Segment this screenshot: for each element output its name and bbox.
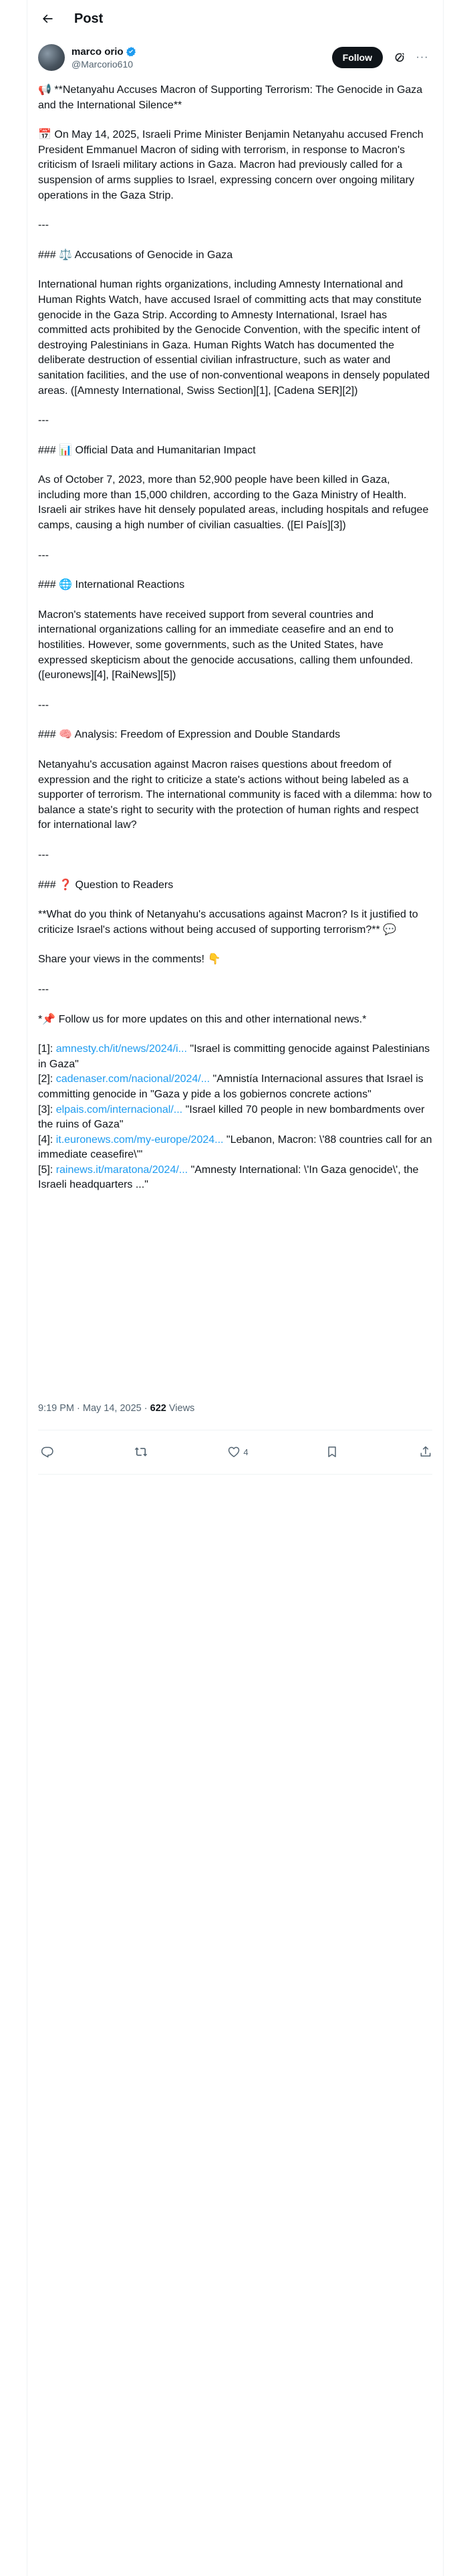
- reference-line: [4]: it.euronews.com/my-europe/2024... "…: [38, 1133, 434, 1163]
- post-paragraph: **What do you think of Netanyahu's accus…: [38, 909, 422, 936]
- post-paragraph: International human rights organizations…: [38, 279, 433, 397]
- post-paragraph: 📢 **Netanyahu Accuses Macron of Supporti…: [38, 84, 426, 111]
- reference-link[interactable]: cadenaser.com/nacional/2024/...: [56, 1073, 210, 1085]
- share-icon: [419, 1445, 432, 1459]
- reference-number: [4]:: [38, 1134, 56, 1146]
- post-paragraph: ### 🧠 Analysis: Freedom of Expression an…: [38, 729, 341, 741]
- author-name[interactable]: marco orio: [71, 45, 124, 58]
- action-bar: 4: [38, 1441, 432, 1463]
- like-button[interactable]: 4: [224, 1445, 249, 1459]
- post-paragraph: ### ⚖️ Accusations of Genocide in Gaza: [38, 249, 233, 261]
- post-paragraph: ---: [38, 699, 49, 711]
- more-icon[interactable]: ···: [412, 47, 432, 68]
- post-paragraph: ### ❓ Question to Readers: [38, 879, 174, 891]
- reference-number: [1]:: [38, 1043, 56, 1055]
- reference-number: [3]:: [38, 1103, 56, 1115]
- reply-button[interactable]: [38, 1445, 57, 1459]
- post-text: 📢 **Netanyahu Accuses Macron of Supporti…: [38, 83, 434, 1193]
- views-count: 622: [150, 1403, 166, 1414]
- reference-link[interactable]: rainews.it/maratona/2024/...: [56, 1164, 188, 1176]
- post-paragraph: ### 📊 Official Data and Humanitarian Imp…: [38, 444, 256, 456]
- follow-button[interactable]: Follow: [331, 47, 383, 68]
- post-paragraph: Share your views in the comments! 👇: [38, 954, 221, 966]
- repost-button[interactable]: [132, 1445, 150, 1459]
- repost-icon: [134, 1445, 148, 1459]
- page: Post marco orio @Marcorio610 Follow ··· …: [0, 0, 451, 2576]
- bookmark-button[interactable]: [323, 1445, 341, 1459]
- post-meta: 9:19 PM · May 14, 2025 · 622 Views: [38, 1403, 194, 1414]
- post-paragraph: ---: [38, 415, 49, 427]
- reference-line: [3]: elpais.com/internacional/... "Israe…: [38, 1103, 434, 1133]
- page-title: Post: [74, 11, 104, 26]
- post-paragraph: Netanyahu's accusation against Macron ra…: [38, 759, 435, 831]
- heart-icon: [227, 1445, 241, 1459]
- top-bar: Post: [27, 0, 443, 37]
- share-button[interactable]: [416, 1445, 432, 1459]
- author-names: marco orio @Marcorio610: [71, 45, 136, 70]
- arrow-left-icon[interactable]: [35, 7, 59, 31]
- reference-link[interactable]: elpais.com/internacional/...: [56, 1104, 182, 1115]
- post-paragraph: ### 🌐 International Reactions: [38, 579, 185, 591]
- post-timestamp[interactable]: 9:19 PM · May 14, 2025 ·: [38, 1403, 150, 1414]
- reference-link[interactable]: amnesty.ch/it/news/2024/i...: [56, 1043, 187, 1055]
- reference-number: [2]:: [38, 1073, 56, 1085]
- author-handle[interactable]: @Marcorio610: [71, 58, 136, 70]
- reply-icon: [41, 1445, 54, 1459]
- verified-badge-icon: [126, 46, 136, 57]
- post-paragraph: Macron's statements have received suppor…: [38, 609, 416, 681]
- post-column: Post marco orio @Marcorio610 Follow ··· …: [27, 0, 444, 2576]
- post-paragraph: ---: [38, 549, 49, 561]
- reference-line: [2]: cadenaser.com/nacional/2024/... "Am…: [38, 1072, 434, 1102]
- divider: [38, 1474, 432, 1475]
- author-row: marco orio @Marcorio610 Follow ···: [38, 43, 432, 72]
- reference-line: [5]: rainews.it/maratona/2024/... "Amnes…: [38, 1163, 434, 1193]
- avatar[interactable]: [38, 44, 65, 71]
- post-paragraph: *📌 Follow us for more updates on this an…: [38, 1013, 367, 1025]
- post-paragraph: ---: [38, 849, 49, 861]
- reference-number: [5]:: [38, 1164, 56, 1176]
- reference-link[interactable]: it.euronews.com/my-europe/2024...: [56, 1134, 224, 1146]
- reference-line: [1]: amnesty.ch/it/news/2024/i... "Israe…: [38, 1042, 434, 1072]
- like-count: 4: [243, 1446, 249, 1457]
- views-label: Views: [166, 1403, 195, 1414]
- post-paragraph: As of October 7, 2023, more than 52,900 …: [38, 474, 432, 532]
- bookmark-icon: [325, 1445, 339, 1459]
- post-paragraph: ---: [38, 983, 49, 995]
- post-paragraph: 📅 On May 14, 2025, Israeli Prime Ministe…: [38, 129, 427, 201]
- grok-icon[interactable]: [390, 47, 410, 68]
- post-paragraph: ---: [38, 219, 49, 231]
